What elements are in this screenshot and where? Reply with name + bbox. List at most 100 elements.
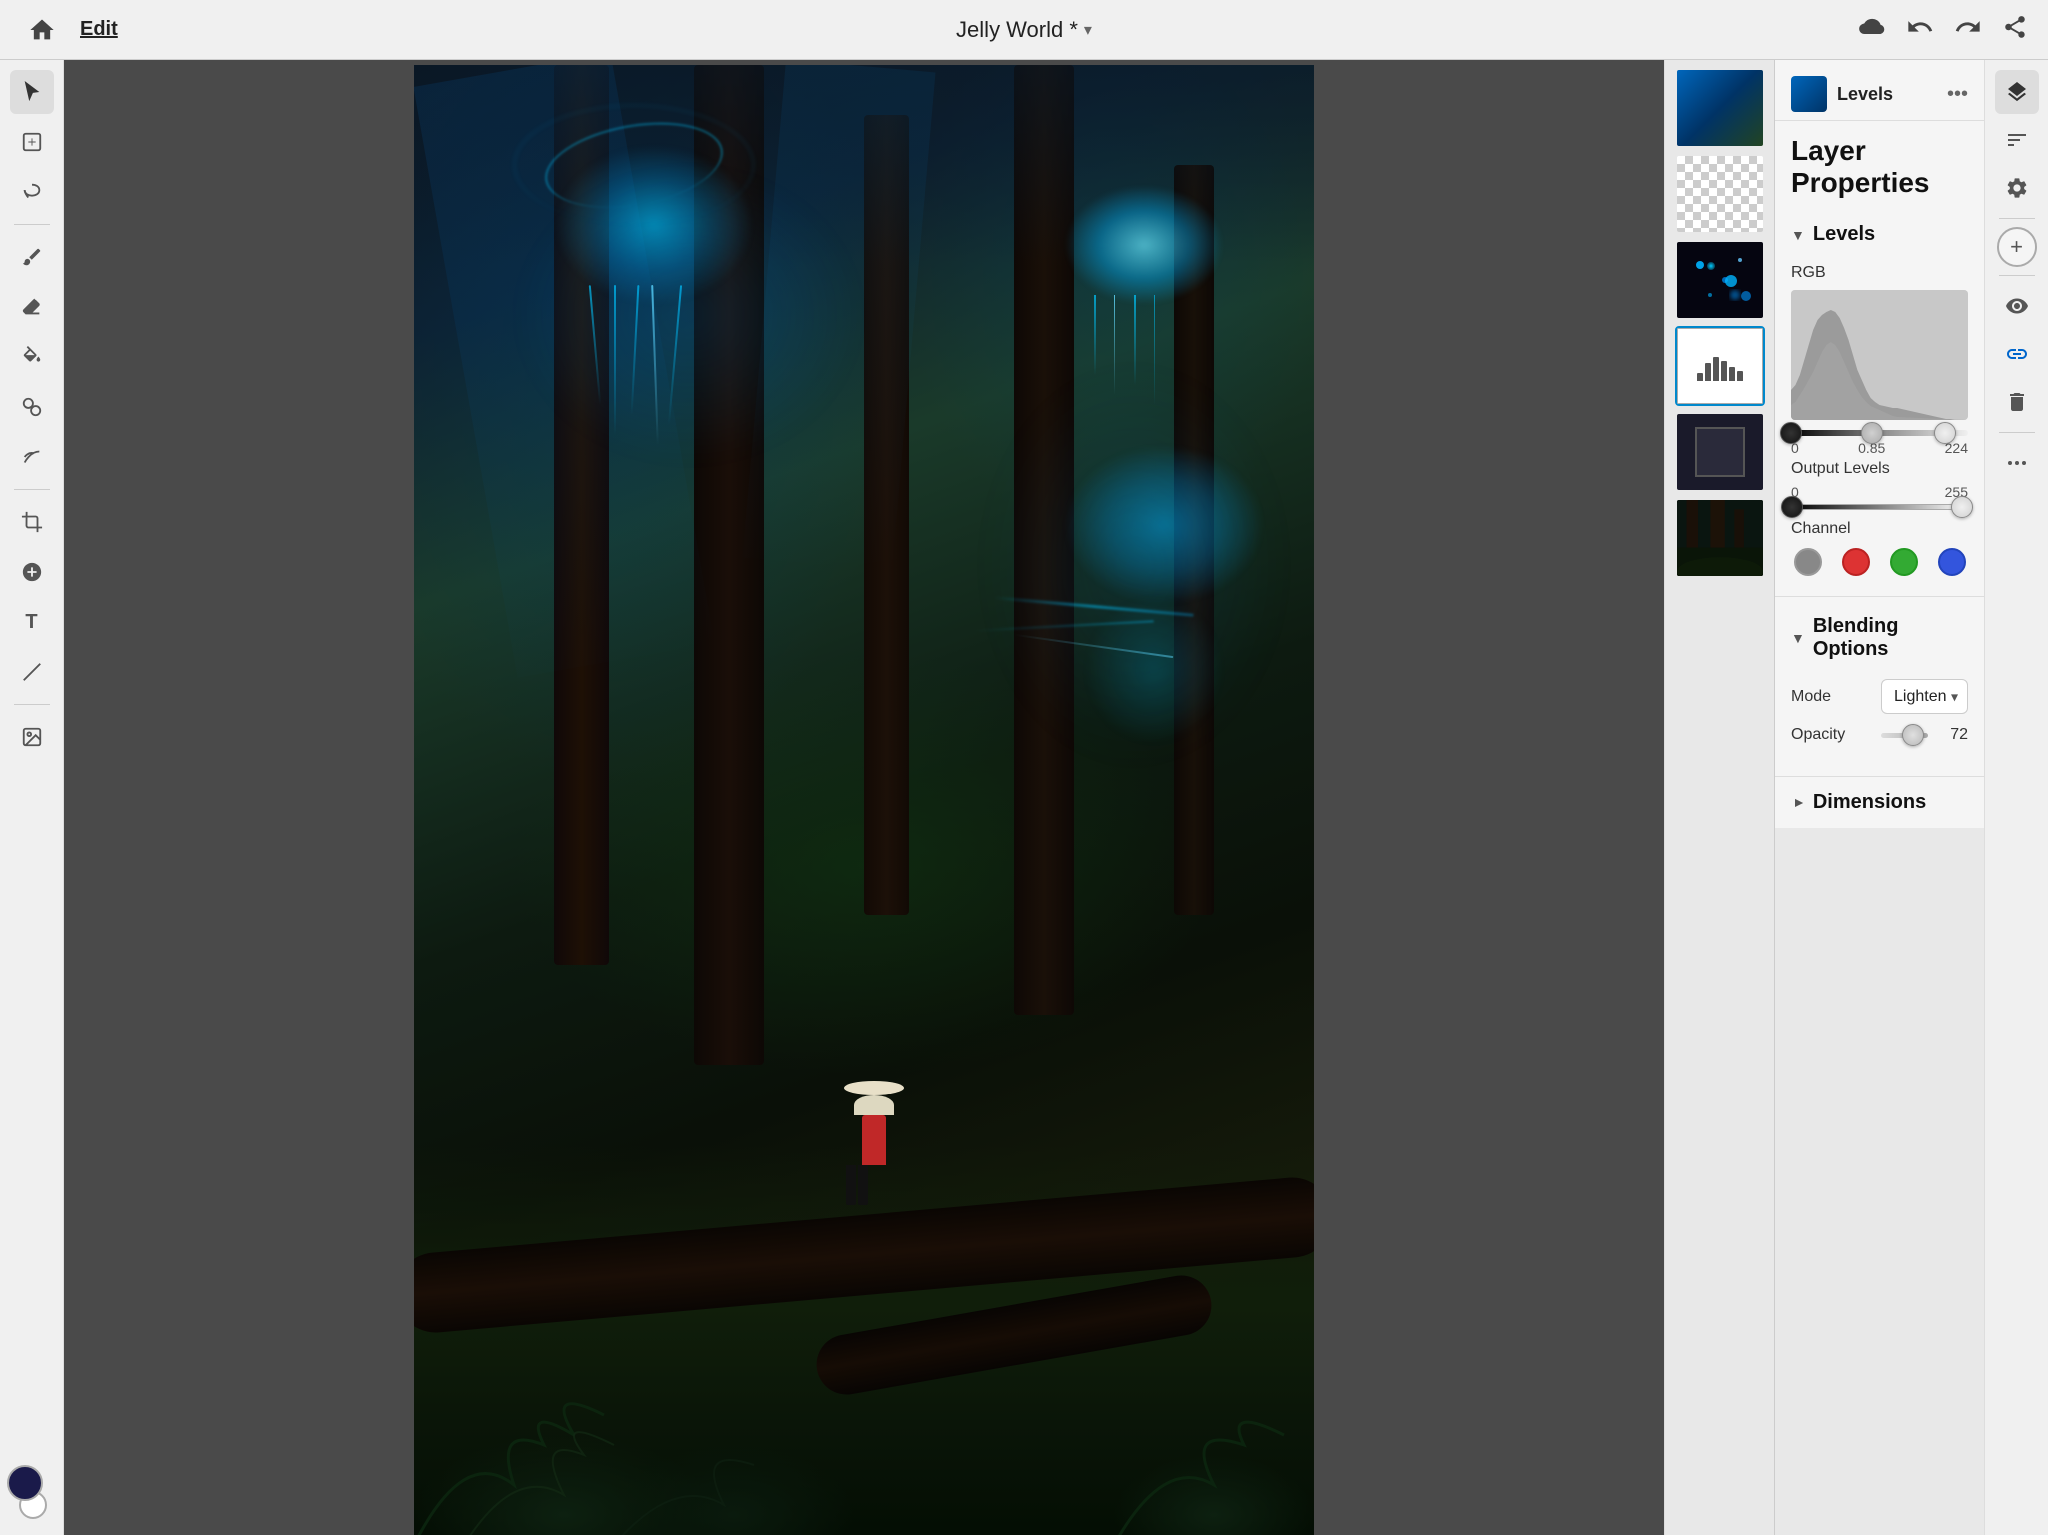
share-icon[interactable] xyxy=(2002,13,2028,47)
output-levels-slider[interactable] xyxy=(1791,504,1968,510)
opacity-handle[interactable] xyxy=(1902,724,1924,746)
layer-thumb-3-preview xyxy=(1677,242,1763,318)
person xyxy=(844,1081,904,1205)
redo-icon[interactable] xyxy=(1954,13,1982,47)
blending-options-section: ▼ Blending Options Mode Normal Dissolve … xyxy=(1775,597,1984,777)
healing-tool[interactable] xyxy=(10,550,54,594)
icon-sidebar: + xyxy=(1984,60,2048,1535)
clone-tool[interactable] xyxy=(10,385,54,429)
blending-chevron-icon: ▼ xyxy=(1791,630,1805,646)
document-title: Jelly World * ▾ xyxy=(956,17,1092,43)
title-chevron-icon[interactable]: ▾ xyxy=(1084,20,1092,40)
canvas-image xyxy=(414,65,1314,1535)
layer-properties-header: Levels ••• xyxy=(1775,60,1984,121)
layer-thumb-2[interactable] xyxy=(1675,154,1765,234)
blend-mode-select-wrapper: Normal Dissolve Multiply Screen Overlay … xyxy=(1881,679,1968,714)
layer-thumb-1-preview xyxy=(1677,70,1763,146)
text-tool-label: T xyxy=(25,611,37,634)
title-text: Jelly World * xyxy=(956,17,1078,43)
black-point-handle[interactable] xyxy=(1780,422,1802,444)
right-panels: Levels ••• Layer Properties ▼ Levels RGB xyxy=(1664,60,1984,1535)
visibility-toggle-button[interactable] xyxy=(1995,284,2039,328)
cloud-icon[interactable] xyxy=(1858,16,1886,44)
blend-mode-select[interactable]: Normal Dissolve Multiply Screen Overlay … xyxy=(1881,679,1968,714)
output-levels-numbers: 0 255 xyxy=(1791,484,1968,500)
hist-bar-5 xyxy=(1729,367,1735,381)
histogram-mini-icon xyxy=(1697,351,1743,381)
edit-menu[interactable]: Edit xyxy=(80,18,118,41)
undo-icon[interactable] xyxy=(1906,13,1934,47)
output-white-handle[interactable] xyxy=(1951,496,1973,518)
channel-blue[interactable] xyxy=(1938,548,1966,576)
toolbar-divider-2 xyxy=(14,489,50,490)
line-tool[interactable] xyxy=(10,650,54,694)
layer-thumb-5[interactable] xyxy=(1675,412,1765,492)
opacity-row: Opacity 72 xyxy=(1791,726,1968,744)
dimensions-title: Dimensions xyxy=(1813,791,1926,814)
levels-section-header[interactable]: ▼ Levels xyxy=(1775,213,1984,256)
panel-empty-space xyxy=(1775,828,1984,1535)
properties-panel-button[interactable] xyxy=(1995,166,2039,210)
panel-title: Layer Properties xyxy=(1775,121,1984,205)
blend-mode-row: Mode Normal Dissolve Multiply Screen Ove… xyxy=(1791,679,1968,714)
layers-panel-button[interactable] xyxy=(1995,70,2039,114)
ferns xyxy=(414,1345,1314,1535)
mid-point-handle[interactable] xyxy=(1861,422,1883,444)
levels-section-title: Levels xyxy=(1813,223,1875,246)
levels-chevron-icon: ▼ xyxy=(1791,227,1805,243)
channel-red[interactable] xyxy=(1842,548,1870,576)
more-options-button[interactable] xyxy=(1995,441,2039,485)
blend-mode-label: Mode xyxy=(1791,688,1871,706)
channel-row xyxy=(1791,548,1968,576)
layer-properties-icon xyxy=(1791,76,1827,112)
layer-properties-more-button[interactable]: ••• xyxy=(1947,83,1968,106)
channel-green[interactable] xyxy=(1890,548,1918,576)
top-bar: Edit Jelly World * ▾ xyxy=(0,0,2048,60)
channel-rgb[interactable] xyxy=(1794,548,1822,576)
select-tool[interactable] xyxy=(10,70,54,114)
hist-bar-3 xyxy=(1713,357,1719,381)
dimensions-section-header[interactable]: ▼ Dimensions xyxy=(1775,777,1984,828)
crop-tool[interactable] xyxy=(10,500,54,544)
layer-thumb-2-preview xyxy=(1677,156,1763,232)
adjustments-panel-button[interactable] xyxy=(1995,118,2039,162)
input-levels-slider[interactable] xyxy=(1791,430,1968,436)
delete-layer-button[interactable] xyxy=(1995,380,2039,424)
white-point-handle[interactable] xyxy=(1934,422,1956,444)
smudge-tool[interactable] xyxy=(10,435,54,479)
top-bar-right-actions xyxy=(1858,13,2028,47)
output-black-handle[interactable] xyxy=(1781,496,1803,518)
jellyfish-3 xyxy=(1054,445,1274,745)
layer-thumb-6-preview xyxy=(1677,500,1763,576)
icon-sidebar-divider-2 xyxy=(1999,275,2035,276)
dimensions-section: ▼ Dimensions xyxy=(1775,777,1984,828)
layer-thumb-4[interactable] xyxy=(1675,326,1765,406)
home-button[interactable] xyxy=(20,8,64,52)
layer-thumb-1[interactable] xyxy=(1675,68,1765,148)
link-button[interactable] xyxy=(1995,332,2039,376)
image-tool[interactable] xyxy=(10,715,54,759)
layer-thumb-3[interactable] xyxy=(1675,240,1765,320)
jellyfish-2 xyxy=(1054,185,1234,335)
properties-panel: Levels ••• Layer Properties ▼ Levels RGB xyxy=(1775,60,1984,1535)
channel-label: RGB xyxy=(1791,264,1968,282)
toolbar-divider-1 xyxy=(14,224,50,225)
paint-bucket-tool[interactable] xyxy=(10,335,54,379)
layer-thumb-4-preview xyxy=(1677,328,1763,404)
canvas-area[interactable] xyxy=(64,60,1664,1535)
hist-bar-4 xyxy=(1721,361,1727,381)
add-layer-button[interactable]: + xyxy=(1997,227,2037,267)
hist-bar-6 xyxy=(1737,371,1743,381)
jellyfish-1 xyxy=(534,145,774,345)
main-content: T xyxy=(0,60,2048,1535)
text-tool[interactable]: T xyxy=(10,600,54,644)
eraser-tool[interactable] xyxy=(10,285,54,329)
layer-thumb-6[interactable] xyxy=(1675,498,1765,578)
blending-options-header[interactable]: ▼ Blending Options xyxy=(1775,605,1984,671)
brush-tool[interactable] xyxy=(10,235,54,279)
lasso-tool[interactable] xyxy=(10,170,54,214)
opacity-slider[interactable] xyxy=(1881,733,1928,738)
histogram-container xyxy=(1791,290,1968,420)
foreground-color[interactable] xyxy=(7,1465,43,1501)
transform-tool[interactable] xyxy=(10,120,54,164)
